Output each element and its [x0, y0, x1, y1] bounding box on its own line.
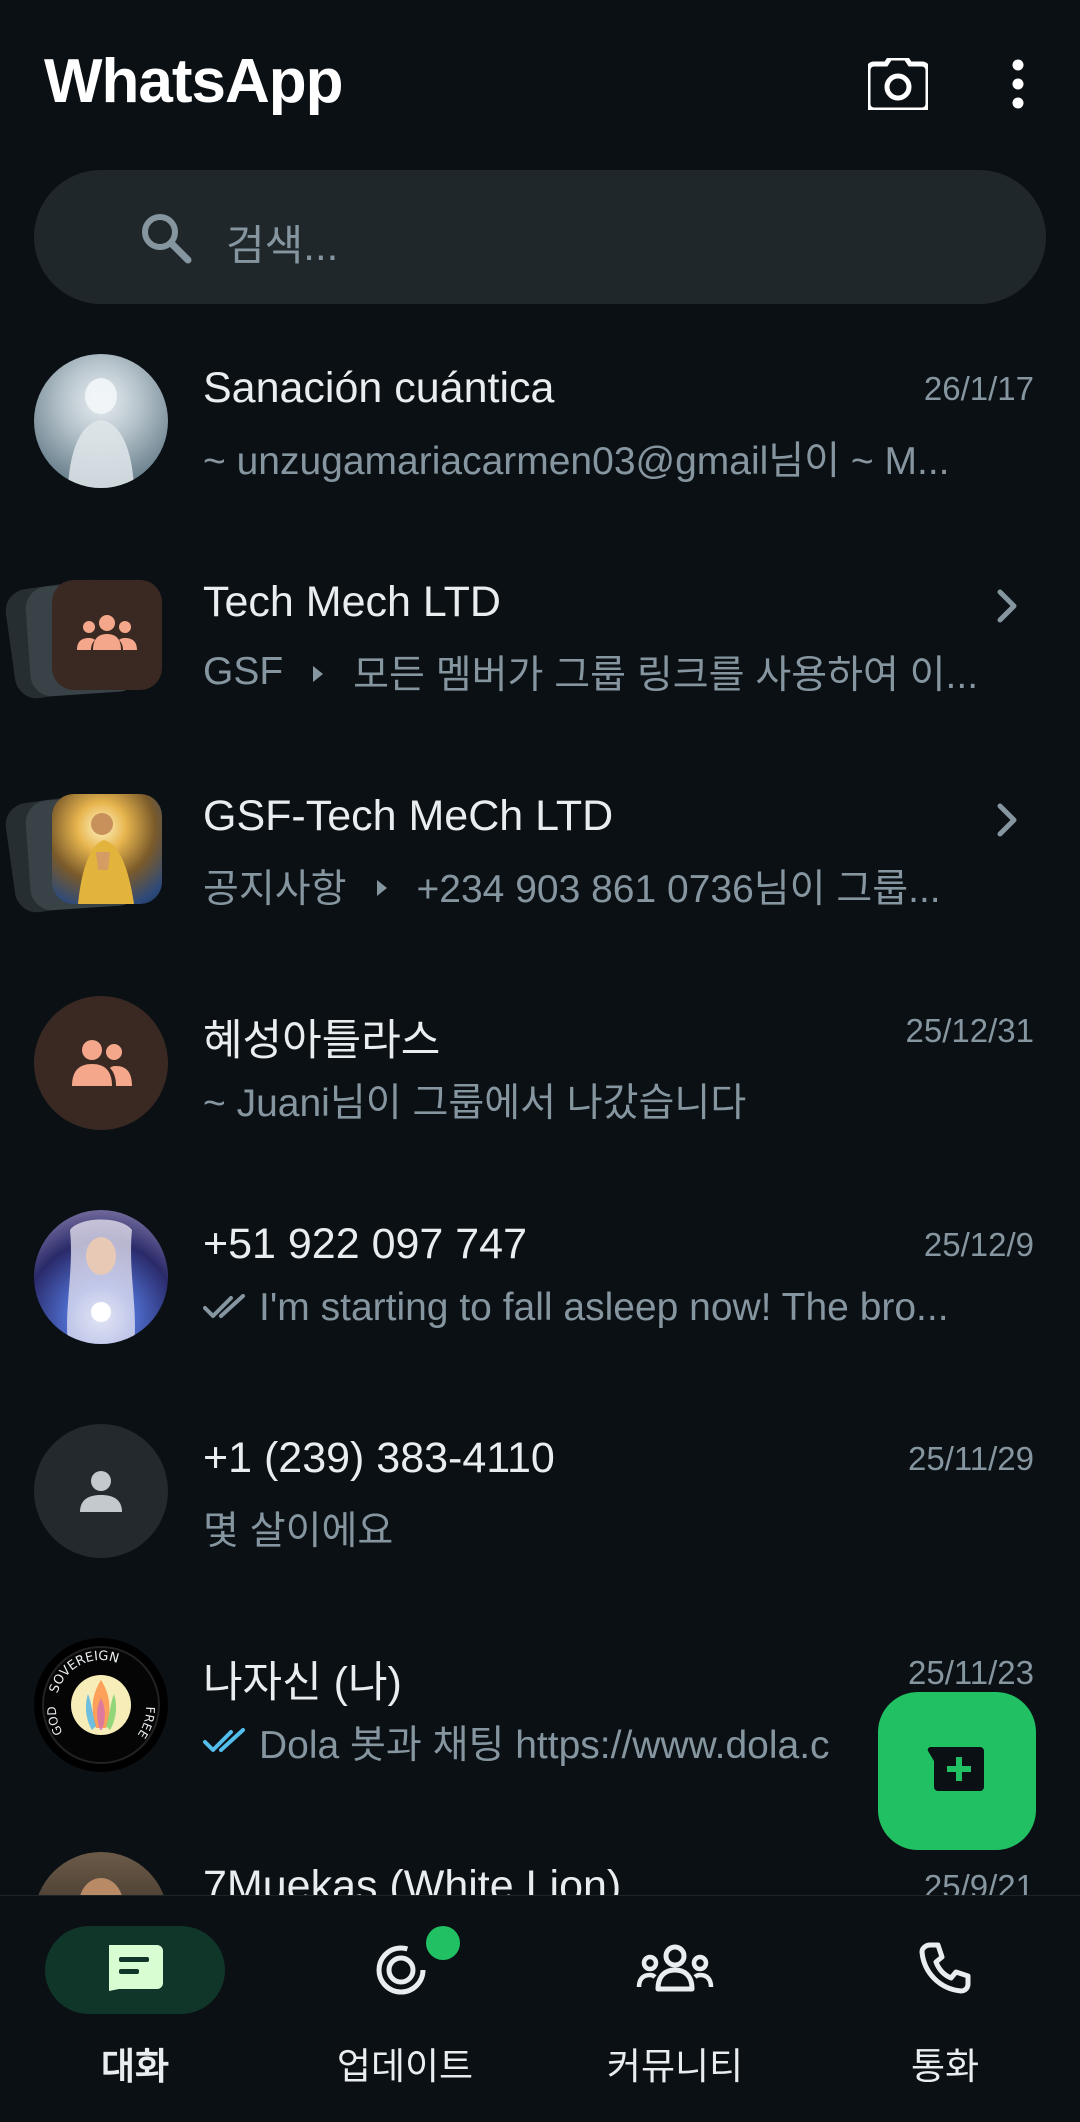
tab-updates-pill	[315, 1926, 495, 2014]
tab-chats[interactable]: 대화	[0, 1926, 270, 2106]
chat-row-community[interactable]: Tech Mech LTD GSF 모든 멤버가 그룹 링크를 사용하여 이..…	[0, 544, 1080, 758]
new-chat-button[interactable]	[878, 1692, 1036, 1850]
tab-communities[interactable]: 커뮤니티	[540, 1926, 810, 2106]
search-icon	[138, 210, 194, 271]
avatar	[34, 1852, 168, 1895]
tab-calls-label: 통화	[910, 2046, 980, 2087]
chat-row[interactable]: Sanación cuántica 26/1/17 ~ unzugamariac…	[0, 330, 1080, 544]
more-options-icon[interactable]	[982, 48, 1054, 120]
chat-time: 26/1/17	[923, 370, 1034, 407]
avatar	[34, 996, 168, 1130]
avatar: SOVEREIGN GOD FREE	[34, 1638, 168, 1772]
community-avatar	[52, 794, 162, 904]
chat-preview-text: +234 903 861 0736님이 그룹...	[416, 868, 941, 911]
chat-name: 혜성아틀라스	[203, 1017, 441, 1065]
chat-name: +1 (239) 383-4110	[203, 1434, 555, 1482]
double-check-read-icon	[203, 1720, 247, 1764]
chat-preview: ~ unzugamariacarmen03@gmail님이 ~ M...	[203, 430, 1003, 486]
chat-row[interactable]: +51 922 097 747 25/12/9 I'm starting to …	[0, 1186, 1080, 1400]
tab-communities-pill	[585, 1926, 765, 2014]
chat-name: 7Muekas (White Lion)	[203, 1862, 622, 1895]
group-icon	[77, 610, 137, 659]
avatar	[34, 354, 168, 488]
tab-chats-label: 대화	[100, 2046, 170, 2087]
tab-updates-label: 업데이트	[336, 2046, 474, 2087]
avatar	[34, 1210, 168, 1344]
community-avatar	[52, 580, 162, 690]
chat-preview: GSF 모든 멤버가 그룹 링크를 사용하여 이...	[203, 644, 1003, 700]
top-bar: WhatsApp	[0, 0, 1080, 160]
chevron-right-icon	[996, 588, 1018, 629]
tab-calls[interactable]: 통화	[810, 1926, 1080, 2106]
chat-preview-text: ~ unzugamariacarmen03@gmail님이 ~ M...	[203, 440, 950, 483]
chat-preview-group: GSF	[203, 650, 284, 693]
chat-name: +51 922 097 747	[203, 1220, 528, 1268]
app-title: WhatsApp	[44, 47, 344, 116]
tab-chats-pill	[45, 1926, 225, 2014]
chat-preview-text: I'm starting to fall asleep now! The bro…	[259, 1286, 949, 1329]
search-bar[interactable]: 검색...	[34, 170, 1046, 304]
chat-list: Sanación cuántica 26/1/17 ~ unzugamariac…	[0, 330, 1080, 1895]
chat-preview: 공지사항 +234 903 861 0736님이 그룹...	[203, 858, 1003, 914]
chevron-right-icon	[996, 802, 1018, 843]
camera-icon[interactable]	[862, 48, 934, 120]
chat-time: 25/12/31	[905, 1012, 1034, 1049]
group-icon	[68, 1038, 134, 1093]
chat-time: 25/12/9	[923, 1226, 1034, 1263]
chat-preview-text: 모든 멤버가 그룹 링크를 사용하여 이...	[353, 654, 979, 697]
play-arrow-icon	[375, 864, 389, 908]
chat-time: 25/11/23	[907, 1654, 1034, 1691]
chat-row[interactable]: 혜성아틀라스 25/12/31 ~ Juani님이 그룹에서 나갔습니다	[0, 972, 1080, 1186]
chat-preview-group: 공지사항	[203, 868, 347, 911]
chat-preview-text: 몇 살이에요	[203, 1510, 394, 1553]
chat-preview-text: ~ Juani님이 그룹에서 나갔습니다	[203, 1082, 747, 1125]
search-placeholder: 검색...	[226, 222, 339, 269]
tab-updates[interactable]: 업데이트	[270, 1926, 540, 2106]
tab-calls-pill	[855, 1926, 1035, 2014]
phone-icon	[918, 1941, 972, 2000]
chat-preview: 몇 살이에요	[203, 1500, 1003, 1556]
bottom-navigation: 대화 업데이트 커뮤니티 통화	[0, 1895, 1080, 2122]
chat-name: GSF-Tech MeCh LTD	[203, 792, 614, 840]
double-check-icon	[203, 1286, 247, 1330]
play-arrow-icon	[311, 650, 325, 694]
avatar	[34, 1424, 168, 1558]
chat-preview: I'm starting to fall asleep now! The bro…	[203, 1286, 1003, 1330]
chat-row[interactable]: +1 (239) 383-4110 25/11/29 몇 살이에요	[0, 1400, 1080, 1614]
default-person-icon	[78, 1468, 124, 1519]
chat-time: 25/11/29	[907, 1440, 1034, 1477]
updates-badge	[426, 1926, 460, 1960]
chat-row-community[interactable]: GSF-Tech MeCh LTD 공지사항 +234 903 861 0736…	[0, 758, 1080, 972]
chat-name: Sanación cuántica	[203, 364, 555, 412]
chat-time: 25/9/21	[923, 1868, 1034, 1895]
new-chat-icon	[926, 1743, 988, 1800]
tab-communities-label: 커뮤니티	[606, 2046, 744, 2087]
chat-preview-text: Dola 봇과 채팅 https://www.dola.c	[259, 1724, 830, 1767]
chat-bubble-icon	[105, 1943, 165, 1998]
communities-icon	[636, 1943, 714, 1998]
chat-name: 나자신 (나)	[203, 1659, 402, 1707]
chat-name: Tech Mech LTD	[203, 578, 501, 626]
chat-preview: ~ Juani님이 그룹에서 나갔습니다	[203, 1072, 1003, 1128]
